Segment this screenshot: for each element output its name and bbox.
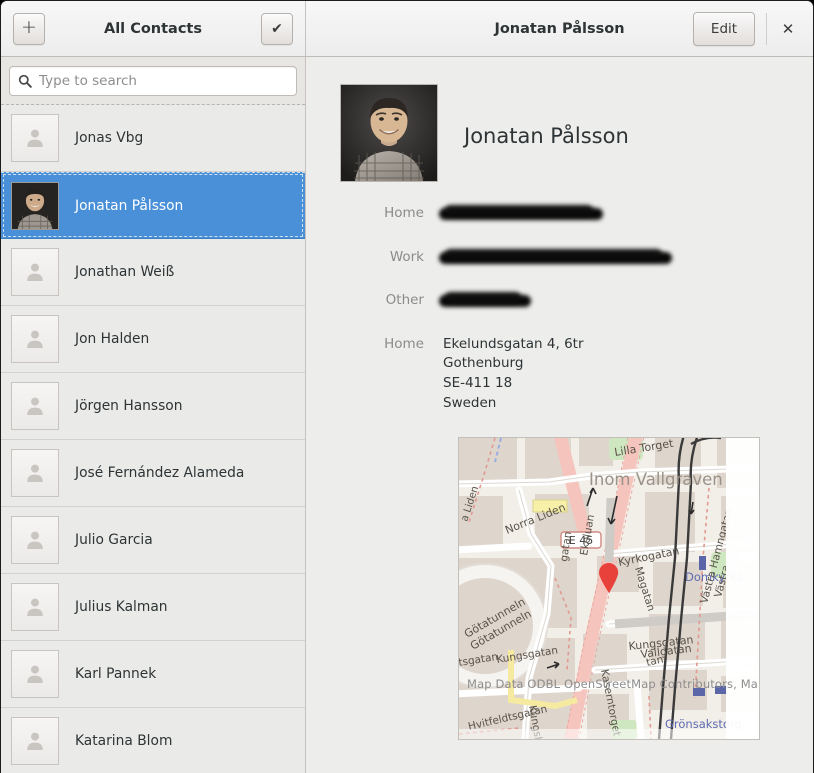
add-contact-button[interactable]: + [13, 12, 45, 45]
left-pane-title: All Contacts [103, 20, 202, 37]
select-mode-button[interactable]: ✔ [261, 12, 293, 45]
contact-list-item[interactable]: Jörgen Hansson [1, 373, 305, 440]
contact-name-heading: Jonatan Pålsson [464, 124, 629, 148]
redacted-value [439, 204, 603, 223]
contact-list-item[interactable]: Karl Pannek [1, 641, 305, 708]
contact-avatar-photo [11, 181, 59, 230]
address-line: Gothenburg [443, 355, 524, 372]
map-pin-icon [599, 563, 619, 594]
contact-list-item-label: Jonathan Weiß [75, 264, 175, 280]
contact-detail-pane: Jonatan Pålsson Home Work Other Home Ekelund… [307, 57, 813, 773]
contact-list-item[interactable]: José Fernández Alameda [1, 440, 305, 507]
contact-avatar-placeholder-icon [11, 248, 59, 296]
contact-field-label: Work [389, 248, 424, 265]
contact-avatar-placeholder-icon [11, 382, 59, 430]
contact-list-item-label: Julio Garcia [75, 532, 153, 548]
contact-field-label: Other [385, 292, 424, 309]
contact-list-item-label: Jon Halden [75, 331, 150, 347]
contact-field-label: Home [384, 205, 424, 221]
contact-list-item[interactable]: Julio Garcia [1, 507, 305, 574]
search-input[interactable] [39, 73, 288, 89]
search-icon [18, 74, 32, 88]
redacted-value [439, 248, 672, 267]
header-right-section: Jonatan Pålsson Edit ✕ [306, 1, 813, 56]
contact-list-item-label: Katarina Blom [75, 733, 173, 749]
contact-list-item[interactable]: Jonathan Weiß [1, 239, 305, 306]
contact-photo [340, 84, 438, 182]
contact-avatar-placeholder-icon [11, 583, 59, 631]
contact-field-value[interactable] [439, 248, 672, 274]
contact-list-item-label: Karl Pannek [75, 666, 157, 682]
header-separator [766, 13, 767, 45]
header-bar: + All Contacts ✔ Jonatan Pålsson Edit ✕ [1, 1, 813, 57]
contact-list-item-label: Jörgen Hansson [75, 398, 183, 414]
contact-address-row: Home Ekelundsgatan 4, 6tr Gothenburg SE-411… [307, 335, 813, 413]
contact-list-item-label: Jonatan Pålsson [75, 197, 184, 214]
search-box[interactable] [9, 66, 297, 96]
svg-text:Inom Vallgraven: Inom Vallgraven [589, 470, 723, 489]
contact-field-row: Other [307, 291, 813, 317]
contact-avatar-placeholder-icon [11, 449, 59, 497]
edit-button[interactable]: Edit [693, 11, 755, 46]
contact-list-item[interactable]: Jonatan Pålsson [1, 172, 305, 239]
contact-avatar-placeholder-icon [11, 717, 59, 765]
detail-header: Jonatan Pålsson [307, 57, 813, 182]
map-attribution: Map Data ODBL OpenStreetMap Contributors… [467, 677, 760, 692]
contact-avatar-placeholder-icon [11, 516, 59, 564]
contact-avatar-placeholder-icon [11, 114, 59, 162]
contact-address-label: Home [384, 335, 424, 352]
contact-list-item[interactable]: Jonas Vbg [1, 105, 305, 172]
contacts-list[interactable]: Jonas Vbg Jonatan Pålsson Jonathan Weiß … [1, 104, 305, 773]
address-line: Sweden [443, 394, 497, 411]
address-map[interactable]: E 45 Lilla Torget Inom Vallgraven Norra … [458, 437, 760, 741]
address-line: SE-411 18 [443, 374, 513, 391]
contact-list-item-label: José Fernández Alameda [75, 465, 245, 481]
contacts-sidebar: Jonas Vbg Jonatan Pålsson Jonathan Weiß … [1, 57, 306, 773]
contact-list-item[interactable]: Katarina Blom [1, 708, 305, 773]
header-left-section: + All Contacts ✔ [1, 1, 306, 56]
redacted-value [439, 291, 531, 310]
close-window-button[interactable]: ✕ [771, 12, 805, 46]
contact-field-row: Home [307, 204, 813, 230]
contact-fields: Home Work Other Home Ekelundsgatan 4, 6tr Got… [307, 204, 813, 413]
contact-field-value[interactable] [439, 204, 603, 230]
contact-address-value: Ekelundsgatan 4, 6tr Gothenburg SE-411 18 S… [443, 335, 584, 413]
contact-avatar-placeholder-icon [11, 315, 59, 363]
contact-avatar-placeholder-icon [11, 650, 59, 698]
contacts-window: + All Contacts ✔ Jonatan Pålsson Edit ✕ [0, 0, 814, 773]
contact-field-row: Work [307, 248, 813, 274]
contact-list-item[interactable]: Jon Halden [1, 306, 305, 373]
search-bar [1, 57, 305, 104]
contact-list-item-label: Julius Kalman [75, 599, 168, 615]
address-line: Ekelundsgatan 4, 6tr [443, 335, 584, 352]
contact-list-item-label: Jonas Vbg [75, 130, 144, 146]
contact-list-item[interactable]: Julius Kalman [1, 574, 305, 641]
contact-field-value[interactable] [439, 291, 531, 317]
